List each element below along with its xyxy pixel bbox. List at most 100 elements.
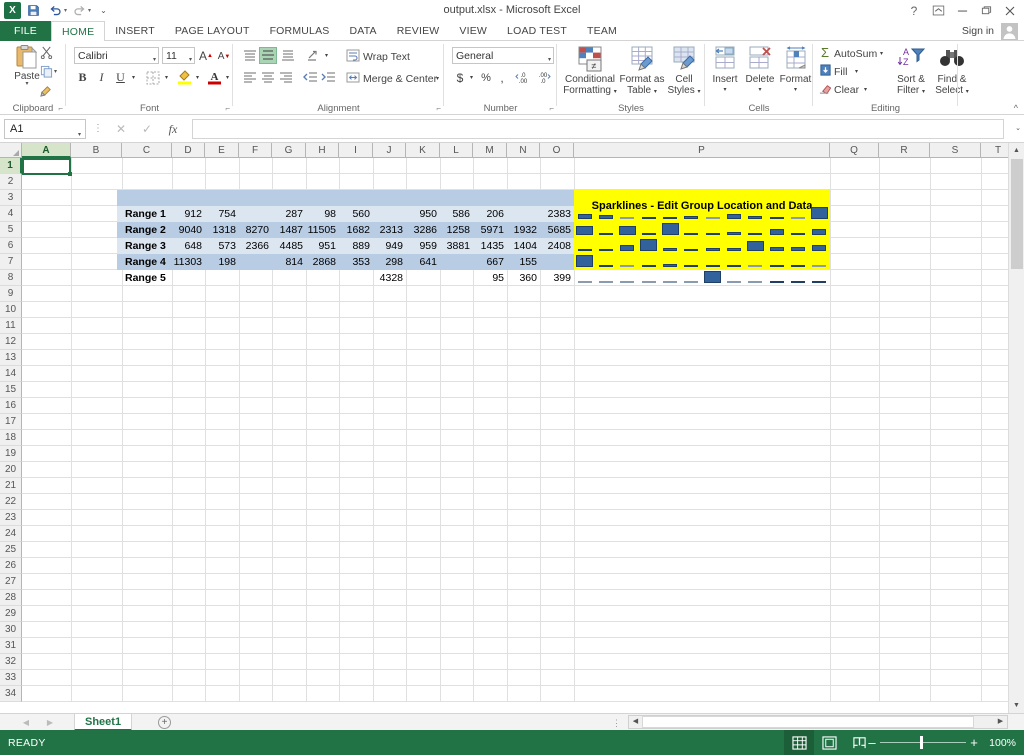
table-cell[interactable]: 754: [205, 206, 239, 222]
table-cell[interactable]: 95: [473, 270, 507, 286]
row-header-31[interactable]: 31: [0, 638, 22, 654]
horizontal-scrollbar-grip[interactable]: ⋮: [612, 718, 621, 729]
vertical-scrollbar[interactable]: ▲ ▼: [1008, 143, 1024, 713]
table-cell[interactable]: 353: [339, 254, 373, 270]
table-cell[interactable]: 1682: [339, 222, 373, 238]
column-header-j[interactable]: J: [373, 143, 406, 158]
scroll-down-button[interactable]: ▼: [1009, 698, 1024, 713]
zoom-slider-thumb[interactable]: [920, 736, 923, 749]
sort-filter-button[interactable]: A Z Sort & Filter ▾: [891, 46, 931, 98]
insert-cells-button[interactable]: Insert ▾: [708, 46, 742, 96]
orientation-dropdown-icon[interactable]: ▾: [322, 50, 331, 61]
align-middle-button[interactable]: [259, 47, 277, 64]
format-painter-button[interactable]: [40, 82, 64, 99]
copy-button[interactable]: ▾: [40, 63, 64, 80]
conditional-formatting-dropdown-icon[interactable]: ▾: [614, 89, 617, 95]
table-cell[interactable]: 1404: [507, 238, 540, 254]
table-cell[interactable]: 11303: [172, 254, 205, 270]
clear-dropdown-icon[interactable]: ▾: [861, 84, 870, 95]
table-cell[interactable]: 2408: [540, 238, 574, 254]
table-cell[interactable]: 1932: [507, 222, 540, 238]
table-cell[interactable]: 648: [172, 238, 205, 254]
row-header-33[interactable]: 33: [0, 670, 22, 686]
row-header-6[interactable]: 6: [0, 238, 22, 254]
table-cell[interactable]: 641: [406, 254, 440, 270]
row-header-30[interactable]: 30: [0, 622, 22, 638]
scroll-left-button[interactable]: ◀: [629, 716, 642, 728]
table-cell[interactable]: 2868: [306, 254, 339, 270]
row-header-32[interactable]: 32: [0, 654, 22, 670]
table-cell[interactable]: 360: [507, 270, 540, 286]
table-row-label[interactable]: Range 1: [122, 206, 172, 222]
table-cell[interactable]: 5685: [540, 222, 574, 238]
increase-decimal-button[interactable]: .0.00: [514, 68, 532, 86]
table-cell[interactable]: 560: [339, 206, 373, 222]
fill-color-dropdown-icon[interactable]: ▾: [193, 72, 202, 83]
column-header-k[interactable]: K: [406, 143, 440, 158]
scroll-right-button[interactable]: ▶: [994, 716, 1007, 728]
scroll-up-button[interactable]: ▲: [1009, 143, 1024, 158]
sign-in-link[interactable]: Sign in: [962, 21, 994, 41]
cut-button[interactable]: [40, 44, 64, 61]
column-header-m[interactable]: M: [473, 143, 507, 158]
table-cell[interactable]: 11505: [306, 222, 339, 238]
align-bottom-button[interactable]: [279, 47, 297, 64]
zoom-slider[interactable]: [880, 730, 966, 755]
accounting-format-button[interactable]: $: [453, 69, 467, 86]
table-cell[interactable]: 889: [339, 238, 373, 254]
merge-center-label[interactable]: Merge & Center: [363, 73, 437, 85]
row-header-17[interactable]: 17: [0, 414, 22, 430]
table-cell[interactable]: 9040: [172, 222, 205, 238]
table-cell[interactable]: 586: [440, 206, 473, 222]
shrink-font-button[interactable]: A ▼: [216, 48, 232, 65]
name-box[interactable]: A1 ▾: [4, 119, 86, 139]
number-format-dropdown-icon[interactable]: ▾: [548, 52, 551, 68]
collapse-ribbon-icon[interactable]: ^: [1014, 103, 1018, 113]
row-header-24[interactable]: 24: [0, 526, 22, 542]
find-select-dropdown-icon[interactable]: ▾: [966, 89, 969, 95]
column-header-l[interactable]: L: [440, 143, 473, 158]
fill-dropdown-icon[interactable]: ▾: [852, 66, 861, 77]
font-color-button[interactable]: A: [206, 68, 223, 86]
underline-button[interactable]: U: [112, 69, 129, 86]
increase-indent-button[interactable]: [319, 69, 337, 86]
borders-dropdown-icon[interactable]: ▾: [162, 72, 171, 83]
page-layout-view-button[interactable]: [814, 730, 844, 755]
table-cell[interactable]: 949: [373, 238, 406, 254]
font-dialog-launcher[interactable]: ⌐: [225, 104, 230, 113]
next-sheet-button[interactable]: ▶: [42, 714, 58, 731]
column-header-b[interactable]: B: [71, 143, 122, 158]
tab-review[interactable]: REVIEW: [387, 21, 450, 41]
comma-format-button[interactable]: ,: [495, 69, 509, 86]
zoom-in-button[interactable]: +: [966, 735, 982, 750]
formula-input[interactable]: [192, 119, 1004, 139]
row-header-23[interactable]: 23: [0, 510, 22, 526]
find-select-button[interactable]: Find & Select ▾: [931, 46, 973, 98]
row-header-34[interactable]: 34: [0, 686, 22, 702]
column-header-o[interactable]: O: [540, 143, 574, 158]
wrap-text-label[interactable]: Wrap Text: [363, 51, 410, 63]
grow-font-button[interactable]: A ▲: [198, 47, 214, 64]
previous-sheet-button[interactable]: ◀: [18, 714, 34, 731]
table-cell[interactable]: 1487: [272, 222, 306, 238]
table-cell[interactable]: 4328: [373, 270, 406, 286]
row-header-5[interactable]: 5: [0, 222, 22, 238]
table-row-label[interactable]: Range 5: [122, 270, 172, 286]
fill-label[interactable]: Fill: [834, 66, 847, 78]
add-sheet-button[interactable]: +: [158, 716, 171, 729]
tab-data[interactable]: DATA: [340, 21, 387, 41]
column-header-g[interactable]: G: [272, 143, 306, 158]
autosum-label[interactable]: AutoSum: [834, 48, 877, 60]
table-cell[interactable]: 2313: [373, 222, 406, 238]
table-row-label[interactable]: Range 2: [122, 222, 172, 238]
row-header-3[interactable]: 3: [0, 190, 22, 206]
decrease-decimal-button[interactable]: .00.0: [534, 68, 552, 86]
tab-insert[interactable]: INSERT: [105, 21, 165, 41]
expand-formula-bar-icon[interactable]: ⌄: [1015, 124, 1021, 132]
cell-styles-button[interactable]: Cell Styles ▾: [665, 46, 703, 98]
row-header-16[interactable]: 16: [0, 398, 22, 414]
row-header-28[interactable]: 28: [0, 590, 22, 606]
clipboard-dialog-launcher[interactable]: ⌐: [58, 104, 63, 113]
decrease-indent-button[interactable]: [301, 69, 319, 86]
italic-button[interactable]: I: [93, 69, 110, 86]
